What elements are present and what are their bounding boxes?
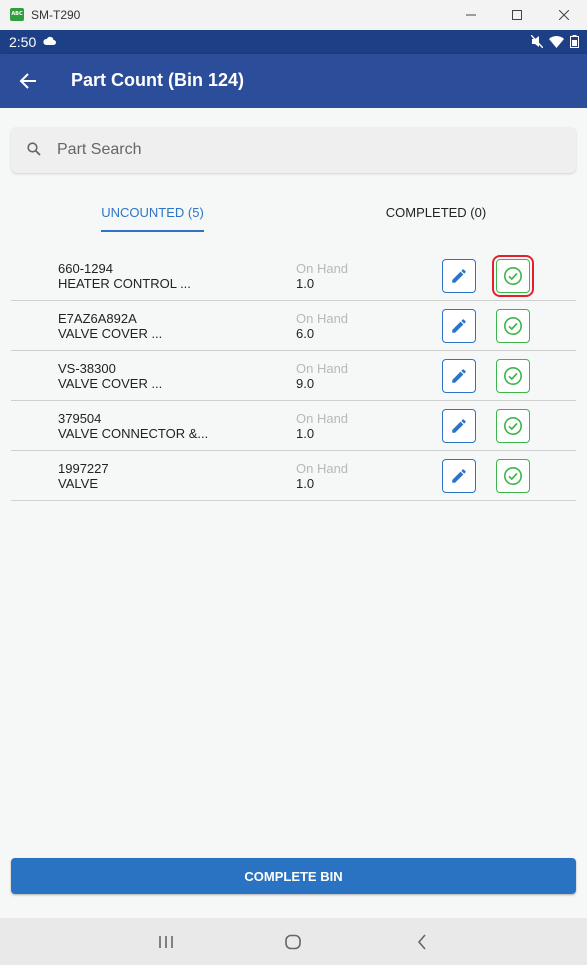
- part-description: VALVE CONNECTOR &...: [58, 426, 209, 441]
- on-hand-quantity: 1.0: [296, 426, 315, 441]
- mark-counted-button[interactable]: [496, 409, 530, 443]
- on-hand-label: On Hand: [296, 411, 349, 426]
- part-number: 1997227: [58, 461, 109, 476]
- list-item: 379504 VALVE CONNECTOR &... On Hand 1.0: [11, 401, 576, 451]
- on-hand-label: On Hand: [296, 311, 349, 326]
- home-button[interactable]: [278, 932, 308, 952]
- status-bar: 2:50: [0, 30, 587, 54]
- list-item: VS-38300 VALVE COVER ... On Hand 9.0: [11, 351, 576, 401]
- edit-button[interactable]: [442, 309, 476, 343]
- parts-list: 660-1294 HEATER CONTROL ... On Hand 1.0 …: [11, 251, 576, 501]
- part-search: [11, 127, 576, 173]
- pencil-icon: [452, 269, 466, 283]
- pencil-icon: [452, 419, 466, 433]
- minimize-icon: [466, 14, 476, 16]
- edit-button[interactable]: [442, 409, 476, 443]
- check-circle-icon: [504, 317, 522, 335]
- edit-button[interactable]: [442, 359, 476, 393]
- check-circle-icon: [504, 417, 522, 435]
- tab-completed[interactable]: COMPLETED (0): [380, 196, 492, 232]
- list-item: E7AZ6A892A VALVE COVER ... On Hand 6.0: [11, 301, 576, 351]
- pencil-icon: [452, 319, 466, 333]
- part-description: VALVE: [58, 476, 98, 491]
- page-title: Part Count (Bin 124): [71, 70, 245, 90]
- part-description: HEATER CONTROL ...: [58, 276, 191, 291]
- mark-counted-button[interactable]: [496, 359, 530, 393]
- device-window: ABC SM-T290 2:50 Part Count (Bin 124) Pa…: [0, 0, 587, 965]
- app-bar: Part Count (Bin 124): [0, 54, 587, 108]
- part-description: VALVE COVER ...: [58, 326, 163, 341]
- on-hand-quantity: 9.0: [296, 376, 315, 391]
- battery-icon: [570, 35, 579, 48]
- back-button[interactable]: [14, 67, 42, 95]
- recents-icon: [159, 936, 173, 948]
- window-title: SM-T290: [31, 8, 81, 22]
- maximize-icon: [512, 10, 522, 20]
- window-titlebar: ABC SM-T290: [0, 0, 587, 30]
- system-back-button[interactable]: [407, 932, 437, 952]
- edit-button[interactable]: [442, 459, 476, 493]
- on-hand-quantity: 1.0: [296, 476, 315, 491]
- cloud-icon: [43, 36, 56, 45]
- part-number: 660-1294: [58, 261, 113, 276]
- mark-counted-button[interactable]: [492, 255, 534, 297]
- maximize-button[interactable]: [494, 0, 540, 30]
- part-number: E7AZ6A892A: [58, 311, 137, 326]
- chevron-left-icon: [417, 934, 426, 950]
- part-description: VALVE COVER ...: [58, 376, 163, 391]
- on-hand-label: On Hand: [296, 261, 349, 276]
- on-hand-label: On Hand: [296, 461, 349, 476]
- pencil-icon: [452, 469, 466, 483]
- minimize-button[interactable]: [448, 0, 494, 30]
- app-logo-icon: ABC: [10, 8, 24, 21]
- edit-button[interactable]: [442, 259, 476, 293]
- main-content: UNCOUNTED (5) COMPLETED (0) 660-1294 HEA…: [0, 108, 587, 918]
- list-item: 660-1294 HEATER CONTROL ... On Hand 1.0: [11, 251, 576, 301]
- search-input[interactable]: [57, 127, 557, 173]
- tab-uncounted[interactable]: UNCOUNTED (5): [101, 196, 204, 232]
- arrow-left-icon: [19, 73, 36, 89]
- home-icon: [285, 934, 301, 950]
- status-icons: [531, 35, 579, 48]
- mute-icon: [531, 35, 543, 48]
- part-number: 379504: [58, 411, 102, 426]
- mark-counted-button[interactable]: [496, 309, 530, 343]
- on-hand-quantity: 6.0: [296, 326, 315, 341]
- wifi-icon: [549, 35, 564, 48]
- recents-button[interactable]: [151, 932, 181, 952]
- search-icon: [27, 142, 41, 156]
- check-circle-icon: [504, 467, 522, 485]
- close-button[interactable]: [541, 0, 587, 30]
- mark-counted-button[interactable]: [496, 459, 530, 493]
- status-time: 2:50: [9, 34, 37, 50]
- check-circle-icon: [504, 367, 522, 385]
- on-hand-quantity: 1.0: [296, 276, 315, 291]
- list-item: 1997227 VALVE On Hand 1.0: [11, 451, 576, 501]
- part-number: VS-38300: [58, 361, 116, 376]
- pencil-icon: [452, 369, 466, 383]
- close-icon: [559, 10, 569, 20]
- on-hand-label: On Hand: [296, 361, 349, 376]
- navigation-bar: [0, 918, 587, 965]
- complete-bin-button[interactable]: COMPLETE BIN: [11, 858, 576, 894]
- check-circle-icon: [504, 267, 522, 285]
